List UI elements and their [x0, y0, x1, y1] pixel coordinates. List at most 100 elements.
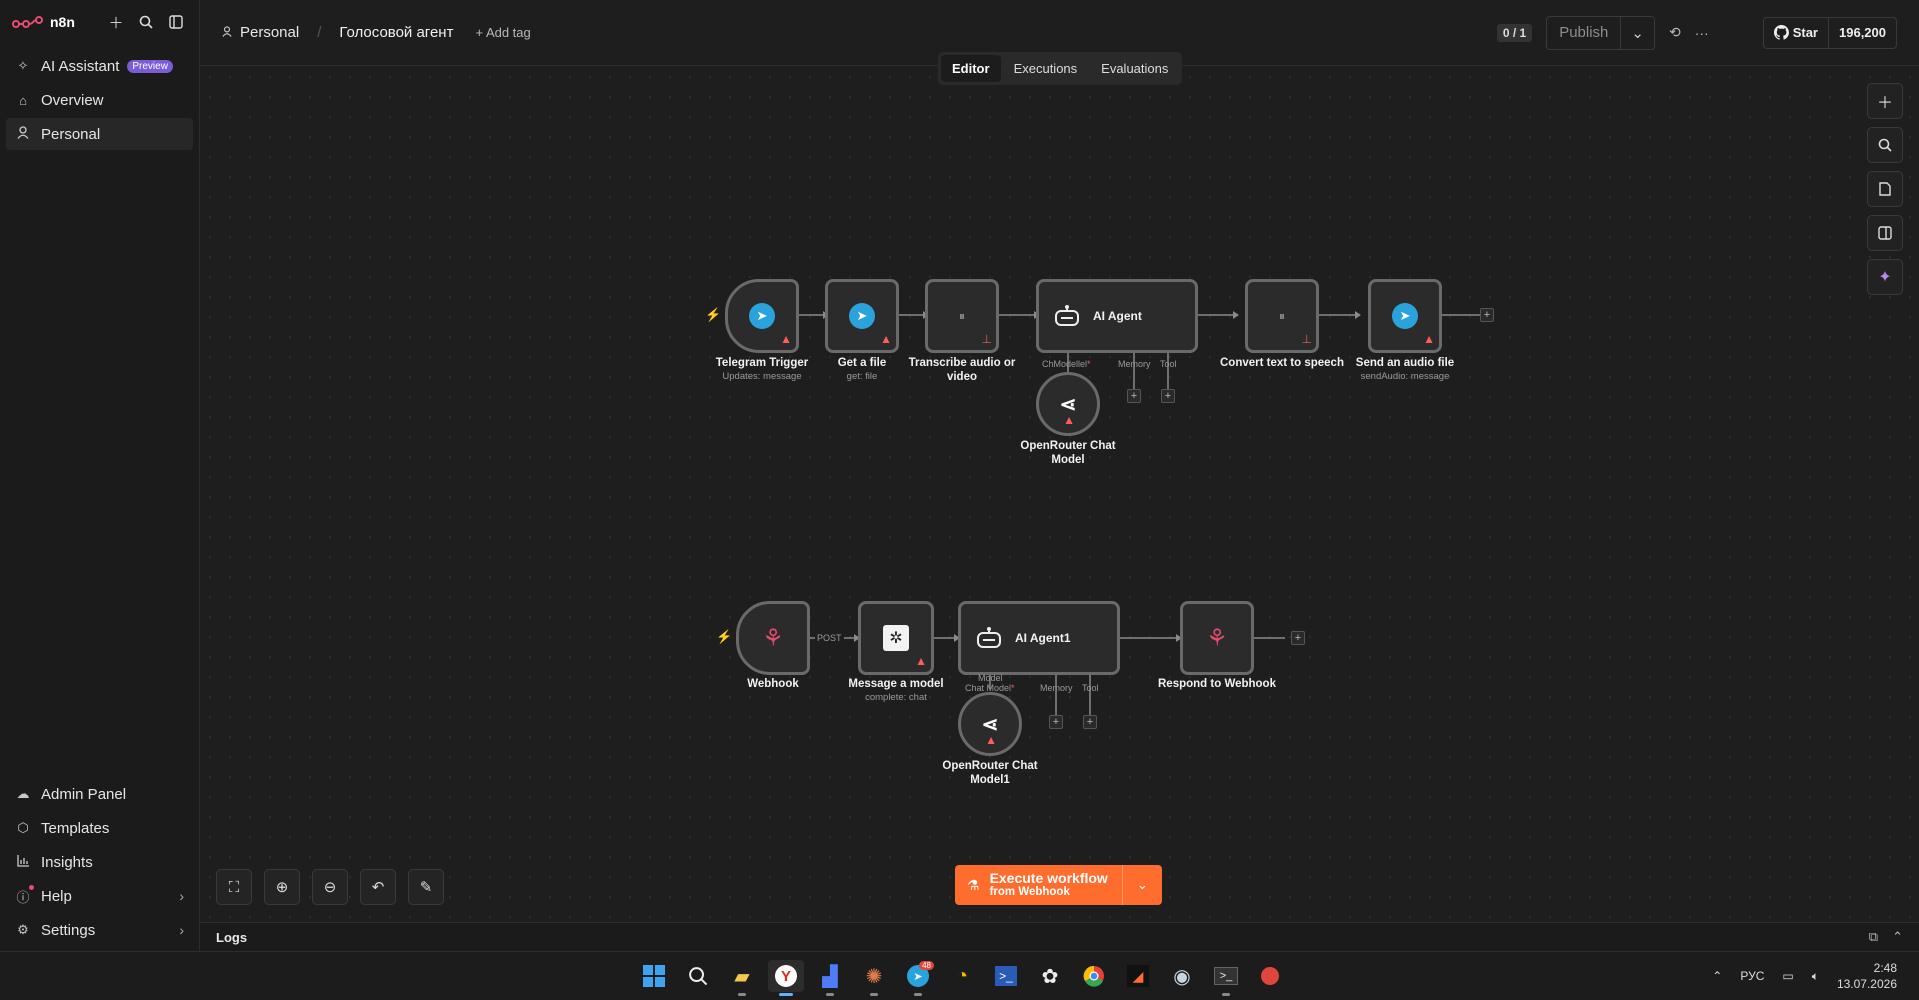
clock-app-icon[interactable]: ◔ — [944, 960, 980, 992]
tab-editor[interactable]: Editor — [941, 55, 1001, 82]
node-transcribe-audio[interactable]: ⏸ ⊥ — [925, 279, 999, 353]
n8n-logo[interactable]: n8n — [12, 14, 75, 30]
game-launcher-icon[interactable]: ◢ — [1120, 960, 1156, 992]
chevron-right-icon: › — [179, 922, 184, 938]
robot-icon — [977, 627, 1001, 648]
sidebar-bottom: ☁ Admin Panel ⬡ Templates Insights ⓘ Hel… — [6, 778, 193, 948]
add-node-icon[interactable]: ＋ — [1867, 83, 1903, 119]
chevron-up-icon[interactable]: ⌃ — [1712, 969, 1722, 983]
node-label: OpenRouter Chat Model1 — [942, 760, 1038, 786]
sticky-note-icon[interactable] — [1867, 171, 1903, 207]
github-star-button[interactable]: Star 196,200 — [1762, 16, 1897, 49]
add-memory-button[interactable]: + — [1049, 715, 1063, 729]
node-get-a-file[interactable]: ➤ ▲ — [825, 279, 899, 353]
search-icon[interactable] — [1867, 127, 1903, 163]
add-tool-button[interactable]: + — [1161, 389, 1175, 403]
node-telegram-trigger[interactable]: ➤ ▲ — [725, 279, 799, 353]
chatgpt-icon[interactable]: ✿ — [1032, 960, 1068, 992]
yandex-browser-icon[interactable]: Y — [768, 960, 804, 996]
logs-panel-bar[interactable]: Logs ⧉ ⌃ — [200, 922, 1919, 951]
webhook-icon: ⚘ — [1206, 624, 1228, 652]
sidebar-item-settings[interactable]: ⚙ Settings › — [6, 914, 193, 946]
node-ai-agent1[interactable]: AI Agent1 — [958, 601, 1120, 675]
trigger-bolt-icon: ⚡ — [705, 307, 722, 322]
claude-icon[interactable]: ✺ — [856, 960, 892, 996]
handle-memory: Memory — [1040, 683, 1073, 693]
breadcrumb-project[interactable]: Personal — [240, 24, 299, 41]
telegram-icon: ➤ — [849, 303, 875, 329]
undo-icon[interactable]: ↶ — [360, 869, 396, 905]
node-label: Webhook — [747, 678, 799, 690]
chevron-up-icon[interactable]: ⌃ — [1892, 929, 1903, 945]
add-node-button[interactable]: + — [1480, 308, 1494, 322]
fit-view-icon[interactable]: ⛶ — [216, 869, 252, 905]
add-tag-button[interactable]: + Add tag — [475, 25, 530, 40]
chrome-icon[interactable] — [1076, 960, 1112, 992]
sidebar-nav: ✧ AI Assistant Preview ⌂ Overview Person… — [0, 44, 199, 158]
search-icon[interactable] — [135, 11, 157, 33]
add-memory-button[interactable]: + — [1127, 389, 1141, 403]
zoom-in-icon[interactable]: ⊕ — [264, 869, 300, 905]
editor-tabs: Editor Executions Evaluations — [938, 52, 1183, 85]
clock[interactable]: 2:48 13.07.2026 — [1837, 960, 1897, 992]
node-message-a-model[interactable]: ✲ ▲ — [858, 601, 934, 675]
windows-start-icon[interactable] — [636, 960, 672, 992]
sidebar-item-insights[interactable]: Insights — [6, 846, 193, 878]
execute-label: Execute workflow — [989, 870, 1108, 886]
add-node-button[interactable]: + — [1291, 631, 1305, 645]
warning-icon: ⊥ — [1301, 332, 1312, 346]
pause-icon: ⏸ — [958, 308, 965, 323]
bar-chart-icon — [15, 854, 31, 870]
stats-app-icon[interactable]: ▟ — [812, 960, 848, 996]
node-openrouter-chat-model[interactable]: ⋖ ▲ — [1036, 372, 1100, 436]
sidebar-item-ai-assistant[interactable]: ✧ AI Assistant Preview — [6, 50, 193, 82]
node-openrouter-chat-model1[interactable]: ⋖ ▲ — [958, 692, 1022, 756]
file-explorer-icon[interactable]: ▰ — [724, 960, 760, 996]
webhook-icon: ⚘ — [762, 624, 784, 652]
sidebar-item-templates[interactable]: ⬡ Templates — [6, 812, 193, 844]
flask-icon: ⚗ — [967, 876, 980, 893]
execute-main[interactable]: ⚗ Execute workflow from Webhook — [955, 865, 1122, 905]
record-icon[interactable] — [1252, 960, 1288, 992]
telegram-icon[interactable]: ➤ 48 — [900, 960, 936, 996]
chevron-down-icon[interactable]: ⌄ — [1121, 865, 1162, 905]
workflow-name[interactable]: Голосовой агент — [339, 24, 453, 41]
node-webhook[interactable]: ⚘ — [736, 601, 810, 675]
chevron-down-icon[interactable]: ⌄ — [1620, 16, 1654, 49]
node-convert-text-to-speech[interactable]: ⏸ ⊥ — [1245, 279, 1319, 353]
warning-icon: ⊥ — [981, 332, 992, 346]
node-ai-agent[interactable]: AI Agent — [1036, 279, 1198, 353]
handle-tool: Tool — [1082, 683, 1099, 693]
volume-icon[interactable]: 🔈︎ — [1812, 969, 1819, 984]
zoom-out-icon[interactable]: ⊖ — [312, 869, 348, 905]
popout-icon[interactable]: ⧉ — [1869, 929, 1878, 945]
search-icon[interactable] — [680, 960, 716, 992]
sidebar-item-overview[interactable]: ⌂ Overview — [6, 84, 193, 116]
panel-icon[interactable] — [1867, 215, 1903, 251]
add-tool-button[interactable]: + — [1083, 715, 1097, 729]
sidebar-item-admin-panel[interactable]: ☁ Admin Panel — [6, 778, 193, 810]
node-respond-to-webhook[interactable]: ⚘ — [1180, 601, 1254, 675]
workflow-canvas[interactable]: ⚡ ➤ ▲ Telegram Trigger Updates: message … — [200, 67, 1919, 922]
network-icon[interactable]: ▭ — [1782, 969, 1793, 983]
tab-evaluations[interactable]: Evaluations — [1090, 55, 1179, 82]
node-title: AI Agent — [1093, 309, 1142, 323]
powershell-icon[interactable]: >_ — [988, 960, 1024, 992]
terminal-icon[interactable]: >_ — [1208, 960, 1244, 996]
more-icon[interactable]: ··· — [1695, 25, 1709, 41]
steam-icon[interactable]: ◉ — [1164, 960, 1200, 992]
tab-executions[interactable]: Executions — [1003, 55, 1089, 82]
publish-button[interactable]: Publish — [1547, 17, 1620, 49]
plus-icon[interactable]: ＋ — [105, 11, 127, 33]
history-icon[interactable]: ⟲ — [1669, 24, 1681, 41]
execute-workflow-button[interactable]: ⚗ Execute workflow from Webhook ⌄ — [955, 865, 1162, 905]
sidebar-item-help[interactable]: ⓘ Help › — [6, 880, 193, 912]
ai-sparkle-icon[interactable]: ✦ — [1867, 259, 1903, 295]
node-send-audio-file[interactable]: ➤ ▲ — [1368, 279, 1442, 353]
sidebar-item-label: AI Assistant — [41, 57, 120, 75]
tidy-up-icon[interactable]: ✎ — [408, 869, 444, 905]
language-indicator[interactable]: РУС — [1740, 969, 1764, 983]
sidebar-item-label: Settings — [41, 921, 96, 939]
sidebar-item-personal[interactable]: Personal — [6, 118, 193, 150]
collapse-sidebar-icon[interactable] — [165, 11, 187, 33]
